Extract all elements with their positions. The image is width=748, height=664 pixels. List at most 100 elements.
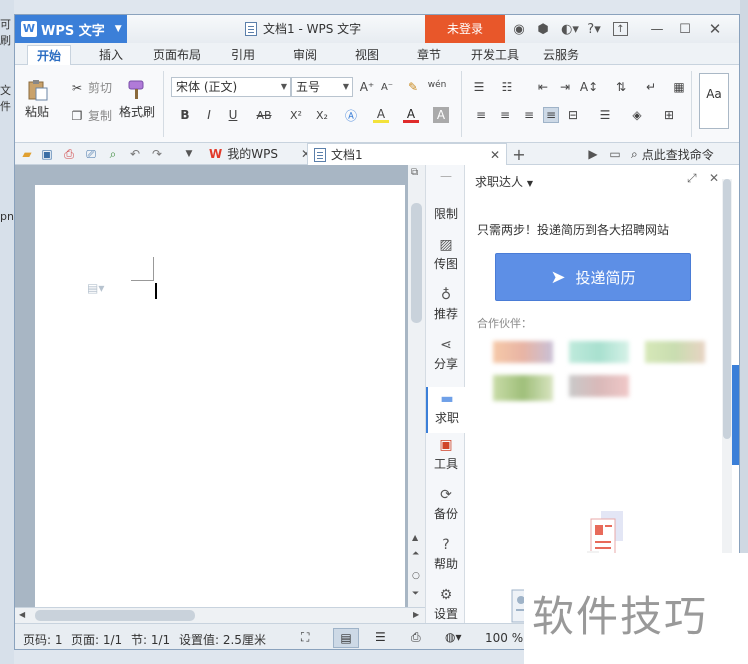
- feedback-icon[interactable]: ◐▾: [559, 21, 581, 37]
- align-center-icon[interactable]: ≡: [497, 107, 513, 123]
- italic-button[interactable]: I: [201, 107, 217, 123]
- side-nav-tools[interactable]: ▣ 工具: [426, 437, 466, 472]
- font-name-select[interactable]: 宋体 (正文) ▼: [171, 77, 291, 97]
- side-nav-upload-image[interactable]: ▨ 传图: [426, 237, 466, 272]
- style-gallery[interactable]: Aa: [699, 73, 729, 129]
- side-nav-backup[interactable]: ⟳ 备份: [426, 487, 466, 522]
- line-spacing-icon[interactable]: ☰: [597, 107, 613, 123]
- paste-button[interactable]: 粘贴: [25, 79, 49, 120]
- app-menu-button[interactable]: W WPS 文字 ▼: [15, 15, 127, 43]
- underline-button[interactable]: U: [225, 107, 241, 123]
- print-preview-icon[interactable]: ⌕: [105, 146, 121, 162]
- page-view-icon[interactable]: ▤: [333, 628, 359, 648]
- tab-chapter[interactable]: 章节: [409, 45, 449, 65]
- partner-logo[interactable]: [493, 375, 553, 401]
- print-icon[interactable]: ⎚: [83, 146, 99, 162]
- tab-insert[interactable]: 插入: [91, 45, 131, 65]
- char-shading-icon[interactable]: A: [433, 107, 449, 123]
- align-right-icon[interactable]: ≡: [521, 107, 537, 123]
- customize-chevron-icon[interactable]: ▼: [181, 146, 197, 162]
- font-color-button[interactable]: A: [403, 107, 419, 123]
- maximize-icon[interactable]: ☐: [677, 21, 693, 37]
- grow-font-icon[interactable]: A⁺: [359, 79, 375, 95]
- tab-document1[interactable]: 文档1 ✕: [307, 143, 507, 165]
- superscript-button[interactable]: X²: [287, 107, 305, 123]
- shading-icon[interactable]: ◈: [629, 107, 645, 123]
- align-left-icon[interactable]: ≡: [473, 107, 489, 123]
- redo-icon[interactable]: ↷: [149, 146, 165, 162]
- undo-icon[interactable]: ↶: [127, 146, 143, 162]
- tab-home[interactable]: 开始: [27, 45, 71, 65]
- pop-out-icon[interactable]: ⤢: [687, 171, 697, 186]
- next-page-icon[interactable]: ⏷: [412, 589, 419, 599]
- panel-title[interactable]: 求职达人 ▼: [475, 173, 533, 190]
- bold-button[interactable]: B: [177, 107, 193, 123]
- scroll-thumb[interactable]: [35, 610, 195, 621]
- paragraph-menu-icon[interactable]: ▤▾: [87, 281, 104, 295]
- settings-icon[interactable]: ⬢: [535, 21, 551, 37]
- partner-logo[interactable]: [569, 375, 629, 397]
- fullscreen-icon[interactable]: ⛶: [301, 630, 309, 645]
- save-icon[interactable]: ▣: [39, 146, 55, 162]
- outline-view-icon[interactable]: ☰: [375, 630, 386, 644]
- partner-logo[interactable]: [569, 341, 629, 363]
- distribute-icon[interactable]: ⊟: [565, 107, 581, 123]
- tab-references[interactable]: 引用: [223, 45, 263, 65]
- side-nav-settings[interactable]: ⚙ 设置: [426, 587, 466, 622]
- copy-button[interactable]: ❐ 复制: [69, 107, 112, 124]
- side-nav-help[interactable]: ? 帮助: [426, 537, 466, 572]
- justify-icon[interactable]: ≡: [543, 107, 559, 123]
- prev-page-icon[interactable]: ⏶: [412, 549, 419, 559]
- side-nav-restrict[interactable]: 限制: [426, 205, 466, 222]
- tab-view[interactable]: 视图: [347, 45, 387, 65]
- tab-page-layout[interactable]: 页面布局: [149, 45, 205, 65]
- outdent-icon[interactable]: ⇤: [535, 79, 551, 95]
- subscript-button[interactable]: X₂: [313, 107, 331, 123]
- pinyin-icon[interactable]: wén: [428, 77, 447, 93]
- zoom-level[interactable]: 100 %: [485, 631, 523, 645]
- editor-horizontal-scrollbar[interactable]: ◀ ▶: [15, 607, 425, 623]
- cut-button[interactable]: ✂ 剪切: [69, 79, 112, 96]
- bullets-icon[interactable]: ☰: [471, 79, 487, 95]
- web-view-icon[interactable]: ⎙: [411, 630, 421, 645]
- scroll-left-arrow-icon[interactable]: ◀: [19, 610, 25, 619]
- close-tab-icon[interactable]: ✕: [490, 144, 500, 166]
- show-marks-icon[interactable]: ↵: [643, 79, 659, 95]
- font-size-select[interactable]: 五号 ▼: [291, 77, 353, 97]
- partner-logo[interactable]: [493, 341, 553, 363]
- highlight-button[interactable]: A: [373, 107, 389, 123]
- table-icon[interactable]: ▦: [671, 79, 687, 95]
- editor-vertical-scrollbar[interactable]: ⧉ ▲ ⏶ ○ ⏷: [408, 165, 425, 607]
- login-button[interactable]: 未登录: [425, 15, 505, 43]
- panel-expand-handle[interactable]: [732, 365, 739, 465]
- shrink-font-icon[interactable]: A⁻: [379, 79, 395, 95]
- screen-icon[interactable]: ▶: [585, 146, 601, 162]
- upload-icon[interactable]: ↑: [613, 22, 628, 36]
- export-pdf-icon[interactable]: ⎙: [61, 146, 77, 162]
- tab-cloud[interactable]: 云服务: [537, 45, 585, 65]
- protect-view-icon[interactable]: ◍▾: [445, 630, 462, 644]
- side-nav-share[interactable]: ⋖ 分享: [426, 337, 466, 372]
- side-nav-recommend[interactable]: ♁ 推荐: [426, 287, 466, 322]
- numbering-icon[interactable]: ☷: [499, 79, 515, 95]
- side-nav-collapse[interactable]: —: [426, 169, 466, 183]
- clear-format-icon[interactable]: ✎: [405, 79, 421, 95]
- scroll-up-arrow-icon[interactable]: ▲: [412, 533, 418, 542]
- scroll-thumb[interactable]: [723, 179, 731, 439]
- submit-resume-button[interactable]: ➤ 投递简历: [495, 253, 691, 301]
- scroll-right-arrow-icon[interactable]: ▶: [413, 610, 419, 619]
- side-nav-job[interactable]: ▬ 求职: [426, 387, 466, 433]
- tab-review[interactable]: 审阅: [285, 45, 325, 65]
- text-direction-icon[interactable]: A↕: [580, 79, 598, 95]
- new-tab-icon[interactable]: +: [511, 145, 527, 164]
- skin-icon[interactable]: ◉: [511, 21, 527, 37]
- format-painter-button[interactable]: 格式刷: [119, 79, 155, 120]
- close-panel-icon[interactable]: ✕: [709, 171, 719, 185]
- strikethrough-button[interactable]: AB: [253, 107, 275, 123]
- tab-developer[interactable]: 开发工具: [467, 45, 523, 65]
- command-search[interactable]: ⌕ 点此查找命令: [631, 146, 714, 163]
- help-icon[interactable]: ? ▾: [583, 21, 605, 37]
- partner-logo[interactable]: [645, 341, 705, 363]
- close-icon[interactable]: ✕: [707, 20, 723, 38]
- text-effect-icon[interactable]: Ⓐ: [343, 107, 359, 123]
